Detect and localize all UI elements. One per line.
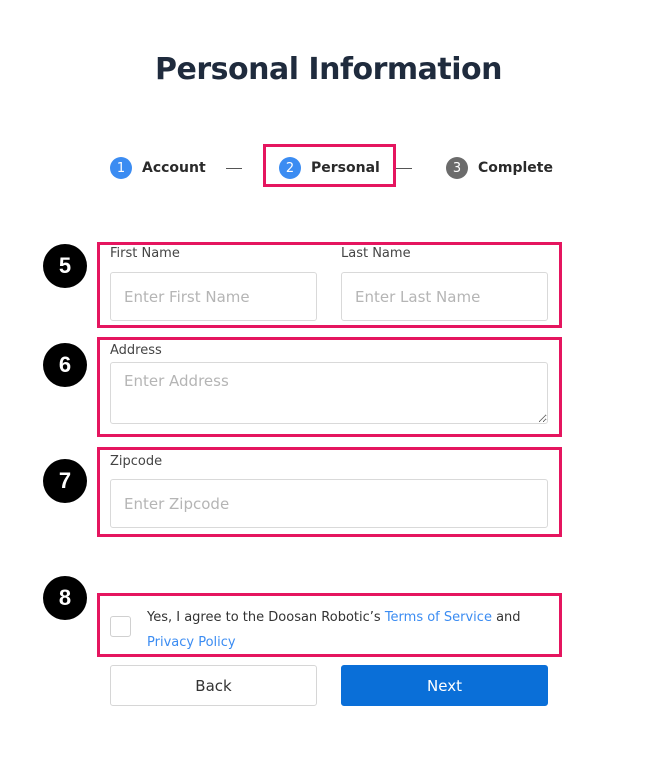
step-label: Account bbox=[142, 160, 206, 176]
page-title: Personal Information bbox=[155, 52, 503, 87]
privacy-policy-link[interactable]: Privacy Policy bbox=[147, 635, 236, 650]
step-separator bbox=[396, 168, 412, 169]
next-button[interactable]: Next bbox=[341, 665, 548, 706]
first-name-label: First Name bbox=[110, 246, 180, 261]
highlight-box-personal-step bbox=[263, 144, 396, 187]
back-button[interactable]: Back bbox=[110, 665, 317, 706]
last-name-label: Last Name bbox=[341, 246, 411, 261]
agreement-checkbox[interactable] bbox=[110, 616, 131, 637]
zipcode-label: Zipcode bbox=[110, 454, 163, 469]
agreement-text-prefix: Yes, I agree to the Doosan Robotic’s bbox=[147, 610, 385, 625]
terms-of-service-link[interactable]: Terms of Service bbox=[385, 610, 492, 625]
step-number-badge: 1 bbox=[110, 157, 132, 179]
annotation-marker-6: 6 bbox=[43, 343, 87, 387]
annotation-marker-8: 8 bbox=[43, 576, 87, 620]
step-separator bbox=[226, 168, 242, 169]
annotation-marker-7: 7 bbox=[43, 459, 87, 503]
last-name-input[interactable] bbox=[341, 272, 548, 321]
agreement-text: Yes, I agree to the Doosan Robotic’s Ter… bbox=[147, 605, 547, 655]
address-textarea[interactable] bbox=[110, 362, 548, 424]
annotation-marker-5: 5 bbox=[43, 244, 87, 288]
zipcode-input[interactable] bbox=[110, 479, 548, 528]
step-account[interactable]: 1 Account bbox=[110, 157, 206, 179]
address-label: Address bbox=[110, 343, 162, 358]
agreement-text-middle: and bbox=[491, 610, 521, 625]
step-number-badge: 3 bbox=[446, 157, 468, 179]
step-complete[interactable]: 3 Complete bbox=[446, 157, 553, 179]
first-name-input[interactable] bbox=[110, 272, 317, 321]
step-label: Complete bbox=[478, 160, 553, 176]
